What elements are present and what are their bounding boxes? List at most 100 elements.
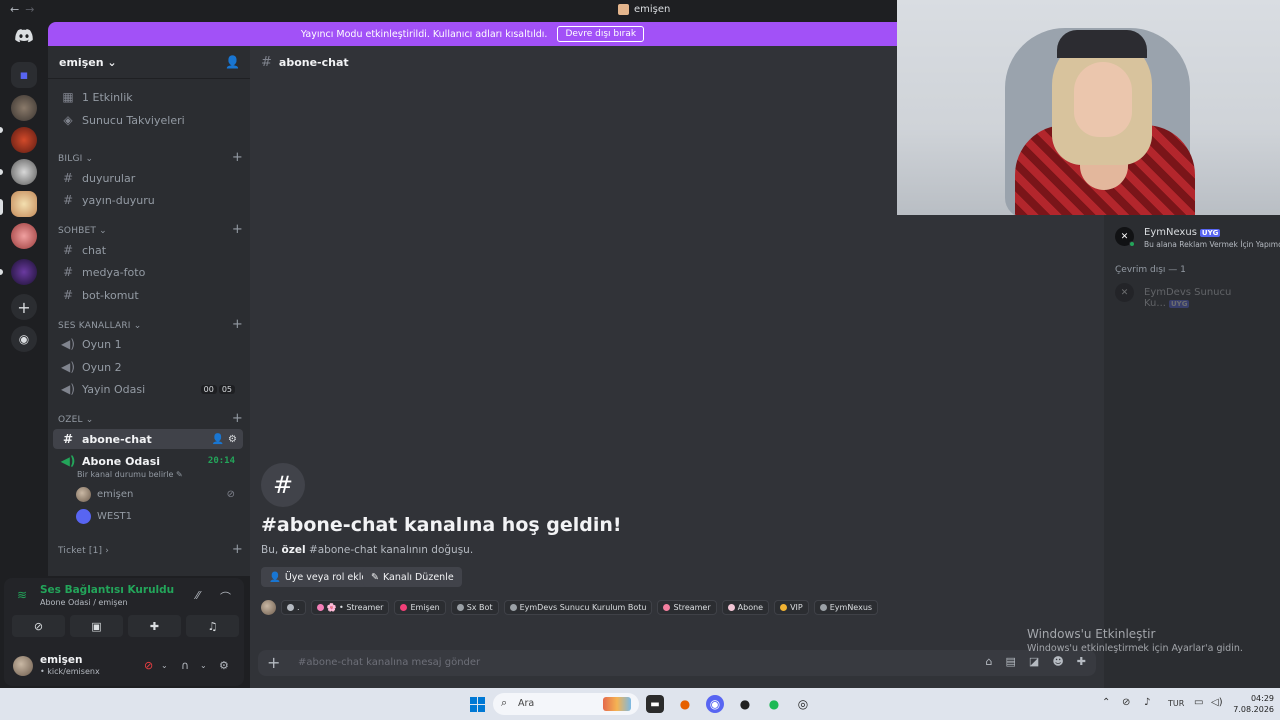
role-pill[interactable]: VIP: [774, 600, 809, 615]
screen-share-button[interactable]: ▣: [70, 615, 123, 637]
channel-actions: 👤 ⚙: [212, 434, 237, 445]
folder-icon[interactable]: ▪: [11, 62, 37, 88]
taskbar-search[interactable]: ⌕ Ara: [493, 693, 639, 715]
channel-status-hint[interactable]: Bir kanal durumu belirle ✎: [77, 470, 183, 479]
noise-suppression-icon[interactable]: ⁄⁄: [196, 589, 200, 602]
chevron-down-icon[interactable]: ⌄: [200, 661, 207, 670]
create-channel-plus-icon[interactable]: +: [232, 222, 243, 237]
channel-chat[interactable]: # chat: [53, 240, 243, 260]
mic-muted-icon[interactable]: ⊘: [144, 659, 153, 672]
gear-icon[interactable]: ⚙: [228, 434, 237, 445]
boosts-item[interactable]: ◈ Sunucu Takviyeleri: [53, 110, 243, 130]
network-off-icon[interactable]: ⊘: [1122, 697, 1130, 708]
voice-user-name: WEST1: [97, 510, 133, 522]
role-pill[interactable]: 🌸 • Streamer: [310, 600, 390, 615]
message-input-placeholder[interactable]: #abone-chat kanalına mesaj gönder: [298, 657, 480, 668]
role-pill[interactable]: EymDevs Sunucu Kurulum Botu: [503, 600, 653, 615]
headphones-icon[interactable]: ∩: [181, 659, 189, 672]
events-item[interactable]: ▦ 1 Etkinlik: [53, 87, 243, 107]
create-channel-plus-icon[interactable]: +: [232, 411, 243, 426]
create-channel-plus-icon[interactable]: +: [232, 542, 243, 557]
camera-off-button[interactable]: ⊘: [12, 615, 65, 637]
invite-people-icon[interactable]: 👤: [225, 55, 240, 69]
invite-user-icon[interactable]: 👤: [212, 434, 224, 445]
category-sohbet[interactable]: SOHBET ⌄ +: [58, 222, 243, 238]
app-icon-obs[interactable]: ●: [736, 695, 754, 713]
server-icon-2[interactable]: [11, 127, 37, 153]
role-pill[interactable]: .: [281, 600, 306, 615]
role-pill[interactable]: Abone: [721, 600, 770, 615]
edit-channel-button[interactable]: ✎ Kanalı Düzenle: [363, 567, 462, 587]
category-ses-kanallari[interactable]: SES KANALLARI ⌄ +: [58, 317, 243, 333]
forward-arrow-icon[interactable]: →: [25, 3, 34, 16]
server-name-header[interactable]: emişen ⌄ 👤: [48, 46, 250, 79]
category-bilgi[interactable]: BILGI ⌄ +: [58, 150, 243, 166]
windows-start-icon[interactable]: [470, 697, 485, 712]
message-composer[interactable]: + #abone-chat kanalına mesaj gönder ⌂ ▤ …: [258, 650, 1096, 676]
discord-home-icon[interactable]: [11, 23, 37, 49]
gif-icon[interactable]: ▤: [1006, 655, 1016, 668]
sticker-icon[interactable]: ◪: [1029, 655, 1039, 668]
add-members-roles-button[interactable]: 👤 Üye veya rol ekle: [261, 567, 376, 587]
channel-yayin-duyuru[interactable]: # yayın-duyuru: [53, 190, 243, 210]
channel-duyurular[interactable]: # duyurular: [53, 168, 243, 188]
member-eymdevs[interactable]: ✕ EymDevs Sunucu Ku... UYG: [1115, 279, 1275, 309]
channel-abone-chat[interactable]: # abone-chat 👤 ⚙: [53, 429, 243, 449]
server-icon-active[interactable]: [11, 191, 37, 217]
voice-channel-abone-odasi[interactable]: ◀) Abone Odasi 20:14: [53, 451, 243, 471]
voice-status[interactable]: Ses Bağlantısı Kuruldu: [40, 584, 174, 596]
spotify-icon[interactable]: ●: [765, 695, 783, 713]
channel-bot-komut[interactable]: # bot-komut: [53, 285, 243, 305]
role-pill[interactable]: Sx Bot: [450, 600, 499, 615]
disconnect-icon[interactable]: ⌒: [220, 589, 231, 605]
app-icon-recorder[interactable]: ◎: [794, 695, 812, 713]
server-icon-5[interactable]: [11, 223, 37, 249]
server-icon-1[interactable]: [11, 95, 37, 121]
category-ticket[interactable]: Ticket [1] › +: [58, 542, 243, 558]
hash-icon: #: [62, 288, 74, 302]
soundboard-button[interactable]: ♫: [186, 615, 239, 637]
add-server-icon[interactable]: +: [11, 294, 37, 320]
activities-button[interactable]: ✚: [128, 615, 181, 637]
server-icon-6[interactable]: [11, 259, 37, 285]
back-arrow-icon[interactable]: ←: [10, 3, 19, 16]
tray-chevron-up-icon[interactable]: ⌃: [1102, 697, 1110, 708]
avatar[interactable]: [13, 656, 33, 676]
volume-icon[interactable]: ◁): [1211, 697, 1223, 708]
voice-user-emisen[interactable]: emişen ⊘: [76, 484, 241, 504]
welcome-pre: Bu,: [261, 544, 279, 556]
voice-channel-oyun2[interactable]: ◀) Oyun 2: [53, 357, 243, 377]
voice-user-west1[interactable]: WEST1: [76, 506, 241, 526]
voice-location[interactable]: Abone Odasi / emişen: [40, 598, 128, 607]
emoji-icon[interactable]: ☻: [1052, 655, 1063, 668]
language-indicator[interactable]: TUR: [1168, 699, 1184, 708]
server-icon-3[interactable]: [11, 159, 37, 185]
apps-icon[interactable]: ✚: [1077, 655, 1086, 668]
role-pill[interactable]: Streamer: [657, 600, 717, 615]
user-panel: emişen • kick/emisenx ⊘ ⌄ ∩ ⌄ ⚙: [4, 648, 244, 686]
display-icon[interactable]: ▭: [1194, 697, 1203, 708]
disable-streamer-mode-button[interactable]: Devre dışı bırak: [557, 26, 645, 42]
user-name[interactable]: emişen: [40, 654, 83, 666]
role-pill[interactable]: EymNexus: [813, 600, 879, 615]
create-channel-plus-icon[interactable]: +: [232, 317, 243, 332]
microphone-icon[interactable]: ♪: [1144, 697, 1150, 708]
chevron-down-icon[interactable]: ⌄: [161, 661, 168, 670]
voice-channel-yayin-odasi[interactable]: ◀) Yayin Odasi 00 05: [53, 379, 243, 399]
discord-taskbar-icon[interactable]: ◉: [706, 695, 724, 713]
gear-icon[interactable]: ⚙: [219, 659, 229, 672]
taskbar-clock[interactable]: 04:29 7.08.2026: [1228, 693, 1274, 715]
firefox-icon[interactable]: ●: [676, 695, 694, 713]
task-view-icon[interactable]: ▬: [646, 695, 664, 713]
member-list: ✕ EymNexus UYG Bu alana Reklam Vermek İçi…: [1104, 215, 1280, 688]
add-attachment-plus-icon[interactable]: +: [267, 653, 280, 672]
channel-medya-foto[interactable]: # medya-foto: [53, 262, 243, 282]
member-eymnexus[interactable]: ✕ EymNexus UYG Bu alana Reklam Vermek İçi…: [1115, 223, 1280, 251]
gift-icon[interactable]: ⌂: [986, 655, 993, 668]
explore-compass-icon[interactable]: ◉: [11, 326, 37, 352]
voice-channel-oyun1[interactable]: ◀) Oyun 1: [53, 334, 243, 354]
role-pill[interactable]: Emişen: [394, 600, 446, 615]
create-channel-plus-icon[interactable]: +: [232, 150, 243, 165]
streamer-mode-banner: Yayıncı Modu etkinleştirildi. Kullanıcı …: [48, 22, 897, 46]
category-ozel[interactable]: OZEL ⌄ +: [58, 411, 243, 427]
